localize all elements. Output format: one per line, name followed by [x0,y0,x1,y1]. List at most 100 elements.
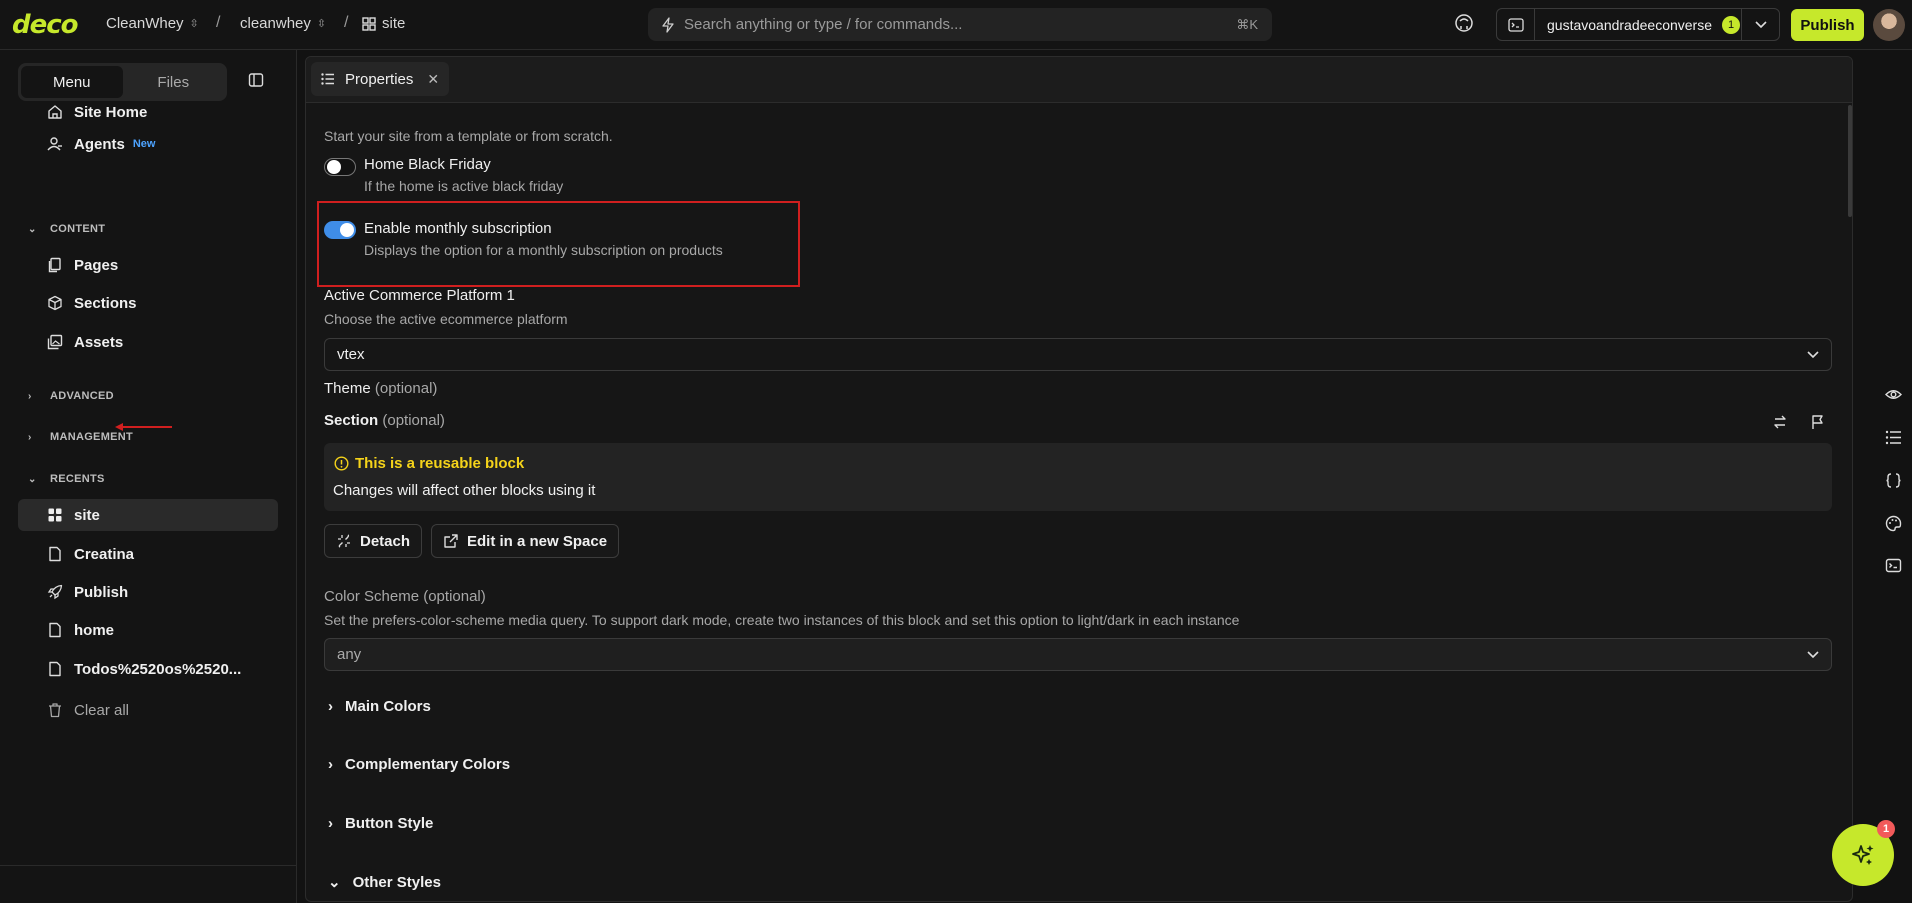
swap-icon[interactable] [1772,414,1788,430]
section-management-label: MANAGEMENT [50,431,134,443]
lightning-icon [662,16,674,33]
github-icon[interactable] [1454,13,1476,35]
group-label: Button Style [345,815,434,832]
chevron-right-icon: › [28,431,32,443]
section-content-toggle[interactable]: ⌄ CONTENT [28,223,105,235]
sidebar-item-label: site [74,506,100,524]
breadcrumb-org[interactable]: CleanWhey ⇳ [106,15,199,32]
section-advanced-toggle[interactable]: › ADVANCED [28,390,114,402]
detach-label: Detach [360,532,411,550]
chevron-right-icon: › [328,698,333,715]
sidebar-item-label: Creatina [74,545,135,563]
sidebar-item-publish[interactable]: Publish [18,576,278,608]
scrollbar[interactable] [1848,105,1852,217]
file-icon [49,546,61,562]
avatar[interactable] [1873,9,1905,41]
publish-button[interactable]: Publish [1791,9,1864,41]
search-input[interactable]: Search anything or type / for commands..… [648,8,1272,41]
sidebar-item-todos[interactable]: Todos%2520os%2520... [18,653,278,685]
user-menu[interactable]: gustavoandradeeconverse 1 [1496,8,1780,41]
sidebar-item-pages[interactable]: Pages [18,249,278,281]
group-other-styles[interactable]: ⌄ Other Styles [328,873,441,892]
pages-icon [48,257,61,273]
sidebar-item-agents[interactable]: Agents New [18,128,278,160]
sidebar-item-site-home[interactable]: Site Home [18,96,278,128]
group-label: Other Styles [352,873,441,891]
clear-all-button[interactable]: Clear all [18,694,278,726]
rocket-icon [47,584,63,600]
section-management-toggle[interactable]: › MANAGEMENT [28,431,133,443]
tab-files[interactable]: Files [123,66,225,98]
section-recents-label: RECENTS [50,473,105,485]
theme-field[interactable]: Theme (optional) [324,380,437,397]
theme-optional: (optional) [374,380,438,397]
section-field: Section (optional) [324,412,445,429]
sidebar-item-label: Sections [74,294,137,312]
chevron-down-icon: ⌄ [28,223,37,235]
grid-icon [362,16,376,31]
code-braces-icon[interactable] [1885,472,1902,489]
color-scheme-select[interactable]: any [324,638,1832,671]
color-scheme-field: Color Scheme (optional) [324,588,486,605]
sidebar-item-home[interactable]: home [18,614,278,646]
search-placeholder: Search anything or type / for commands..… [684,16,963,33]
group-main-colors[interactable]: › Main Colors [328,698,431,715]
annotation-arrow [115,423,172,431]
breadcrumb-site[interactable]: cleanwhey ⇳ [240,15,326,32]
tab-properties[interactable]: Properties ✕ [311,62,450,96]
sidebar-item-label: Site Home [74,103,148,121]
sidebar-item-sections[interactable]: Sections [18,287,278,319]
image-icon [47,334,63,350]
home-black-friday-toggle[interactable] [324,158,356,176]
monthly-subscription-toggle[interactable] [324,221,356,239]
section-advanced-label: ADVANCED [50,390,114,402]
group-complementary-colors[interactable]: › Complementary Colors [328,756,510,773]
clear-all-label: Clear all [74,701,130,719]
eye-icon[interactable] [1885,386,1902,403]
tab-menu[interactable]: Menu [21,66,123,98]
reusable-block-notice: This is a reusable block Changes will af… [324,443,1832,511]
list-icon[interactable] [1885,429,1902,446]
palette-icon[interactable] [1885,515,1902,532]
group-button-style[interactable]: › Button Style [328,815,433,832]
sidebar-divider [0,865,296,866]
terminal-icon[interactable] [1885,557,1902,574]
breadcrumb-separator: / [344,14,349,31]
unlink-icon [338,534,350,548]
chevron-down-icon[interactable] [1741,9,1779,40]
breadcrumb-page[interactable]: site [362,15,405,32]
cube-icon [48,295,62,311]
chevron-updown-icon: ⇳ [189,18,199,30]
group-label: Complementary Colors [345,756,511,773]
flag-icon[interactable] [1810,414,1826,430]
section-recents-toggle[interactable]: ⌄ RECENTS [28,473,105,485]
home-black-friday-desc: If the home is active black friday [364,178,564,194]
reusable-message: Changes will affect other blocks using i… [333,482,596,499]
grid-icon [48,508,62,522]
section-content-label: CONTENT [50,223,106,235]
panel-tab-bar: Properties ✕ [306,57,1852,103]
platform-select[interactable]: vtex [324,338,1832,371]
reusable-title: This is a reusable block [355,455,525,472]
username: gustavoandradeeconverse [1547,16,1713,33]
sidebar-item-assets[interactable]: Assets [18,326,278,358]
warning-circle-icon [334,456,349,471]
edit-new-space-button[interactable]: Edit in a new Space [431,524,620,558]
intro-text: Start your site from a template or from … [324,128,613,144]
home-icon [48,105,62,119]
group-label: Main Colors [345,698,431,715]
fab-notification-badge: 1 [1877,820,1895,838]
detach-button[interactable]: Detach [324,524,423,558]
monthly-subscription-desc: Displays the option for a monthly subscr… [364,242,723,258]
edit-new-space-label: Edit in a new Space [467,532,608,550]
chevron-down-icon [1807,350,1819,358]
deco-logo[interactable]: deco [12,10,79,40]
sidebar-collapse-icon[interactable] [248,72,266,90]
terminal-icon[interactable] [1497,9,1535,40]
notification-badge: 1 [1722,15,1741,34]
sidebar-item-label: home [74,621,115,639]
sidebar-item-creatina[interactable]: Creatina [18,538,278,570]
close-icon[interactable]: ✕ [427,71,439,88]
sidebar-item-site[interactable]: site [18,499,278,531]
top-bar: deco CleanWhey ⇳ / cleanwhey ⇳ / site Se… [0,0,1912,50]
